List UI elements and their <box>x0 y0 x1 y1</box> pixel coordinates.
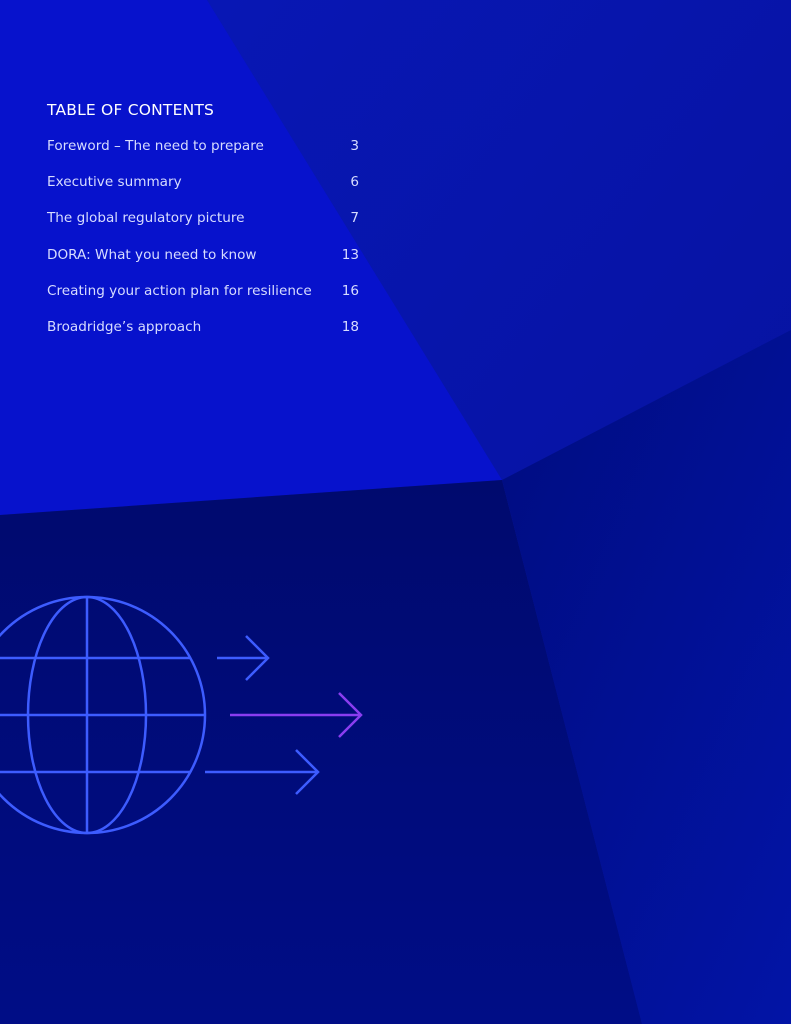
toc-item-page: 13 <box>341 246 359 263</box>
arrow-right-icon <box>217 635 270 681</box>
toc-item-executive-summary[interactable]: Executive summary 6 <box>47 172 359 208</box>
toc-item-label: Foreword – The need to prepare <box>47 138 264 154</box>
toc-item-label: The global regulatory picture <box>47 210 245 227</box>
toc-item-action-plan[interactable]: Creating your action plan for resilience… <box>47 281 359 317</box>
toc-item-label: Creating your action plan for resilience <box>47 282 312 299</box>
toc-item-label: Broadridge’s approach <box>47 318 202 335</box>
arrow-right-icon <box>230 692 363 738</box>
table-of-contents: TABLE OF CONTENTS Foreword – The need to… <box>47 100 359 353</box>
toc-item-page: 3 <box>350 138 359 154</box>
toc-item-label: DORA: What you need to know <box>47 246 257 263</box>
toc-item-page: 18 <box>341 318 359 335</box>
globe-icon <box>0 595 207 835</box>
toc-item-page: 6 <box>350 174 359 191</box>
toc-item-label: Executive summary <box>47 174 182 191</box>
toc-title: TABLE OF CONTENTS <box>47 101 215 119</box>
toc-item-page: 16 <box>341 282 359 299</box>
toc-item-foreword[interactable]: Foreword – The need to prepare 3 <box>47 136 359 172</box>
toc-item-global-regulatory-picture[interactable]: The global regulatory picture 7 <box>47 208 359 244</box>
toc-item-broadridge-approach[interactable]: Broadridge’s approach 18 <box>47 317 359 353</box>
toc-item-page: 7 <box>350 210 359 227</box>
arrow-right-icon <box>205 749 320 795</box>
toc-item-dora[interactable]: DORA: What you need to know 13 <box>47 245 359 281</box>
